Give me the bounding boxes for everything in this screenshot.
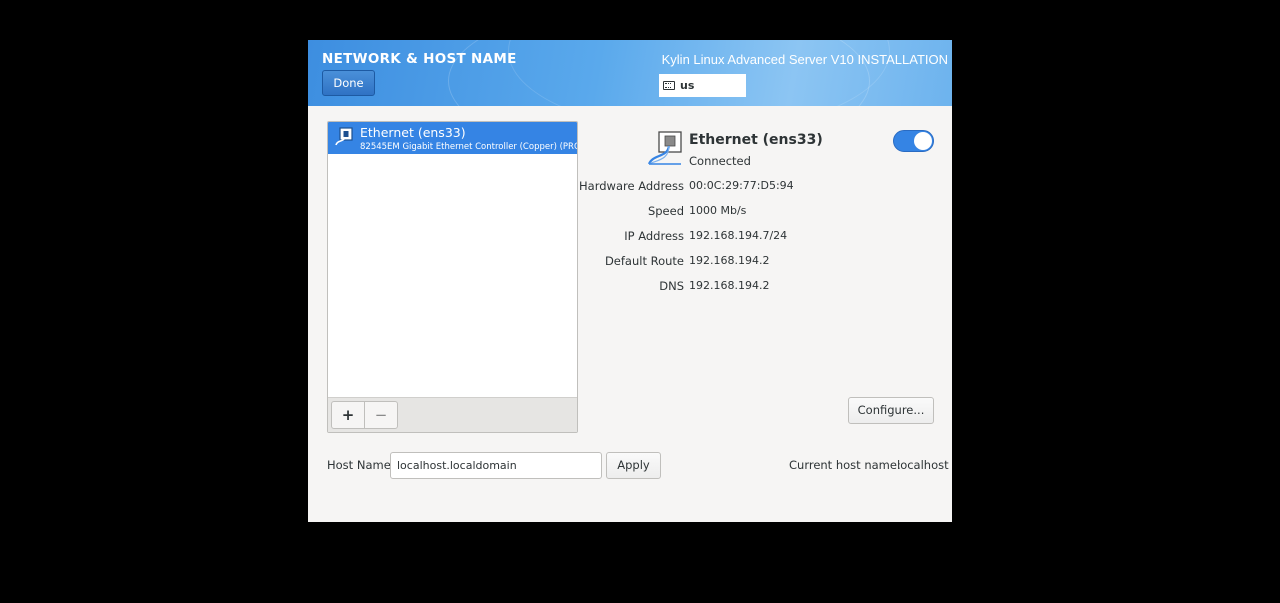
device-enable-toggle[interactable] xyxy=(893,130,934,152)
device-connection-status: Connected xyxy=(689,154,751,168)
device-name: Ethernet (ens33) xyxy=(360,125,466,140)
current-host-name-value: localhost xyxy=(897,458,949,472)
ethernet-icon xyxy=(335,127,353,146)
default-route-row: Default Route 192.168.194.2 xyxy=(548,254,928,270)
device-detail-name: Ethernet (ens33) xyxy=(689,132,823,148)
add-device-button[interactable]: + xyxy=(331,401,365,429)
host-name-label: Host Name: xyxy=(327,458,395,472)
product-title: Kylin Linux Advanced Server V10 INSTALLA… xyxy=(661,52,948,67)
current-host-name-label: Current host name: xyxy=(789,458,901,472)
installer-window: NETWORK & HOST NAME Done Kylin Linux Adv… xyxy=(308,40,952,522)
ip-address-row: IP Address 192.168.194.7/24 xyxy=(548,229,928,245)
ethernet-icon xyxy=(647,131,682,165)
list-item[interactable]: Ethernet (ens33) 82545EM Gigabit Etherne… xyxy=(328,122,577,154)
apply-button[interactable]: Apply xyxy=(606,452,661,479)
info-value: 192.168.194.7/24 xyxy=(689,229,788,242)
speed-row: Speed 1000 Mb/s xyxy=(548,204,928,220)
done-button[interactable]: Done xyxy=(322,70,375,96)
remove-device-button[interactable]: − xyxy=(364,401,398,429)
info-value: 1000 Mb/s xyxy=(689,204,747,217)
host-name-input[interactable] xyxy=(390,452,602,479)
keyboard-icon xyxy=(663,81,675,90)
configure-button[interactable]: Configure... xyxy=(848,397,934,424)
device-list: Ethernet (ens33) 82545EM Gigabit Etherne… xyxy=(327,121,578,433)
keyboard-layout-label: us xyxy=(680,79,695,92)
toggle-knob xyxy=(914,132,932,150)
screen-title: NETWORK & HOST NAME xyxy=(322,51,517,67)
device-description: 82545EM Gigabit Ethernet Controller (Cop… xyxy=(360,142,577,152)
info-value: 00:0C:29:77:D5:94 xyxy=(689,179,794,192)
hardware-address-row: Hardware Address 00:0C:29:77:D5:94 xyxy=(548,179,928,195)
info-label: IP Address xyxy=(624,229,684,243)
info-label: Speed xyxy=(647,204,684,218)
info-label: DNS xyxy=(659,279,684,293)
header-bar: NETWORK & HOST NAME Done Kylin Linux Adv… xyxy=(308,40,952,106)
keyboard-layout-indicator[interactable]: us xyxy=(659,74,746,97)
info-label: Hardware Address xyxy=(579,179,684,193)
device-list-toolbar: + − xyxy=(328,397,577,432)
info-value: 192.168.194.2 xyxy=(689,254,770,267)
info-value: 192.168.194.2 xyxy=(689,279,770,292)
info-label: Default Route xyxy=(604,254,684,268)
dns-row: DNS 192.168.194.2 xyxy=(548,279,928,295)
